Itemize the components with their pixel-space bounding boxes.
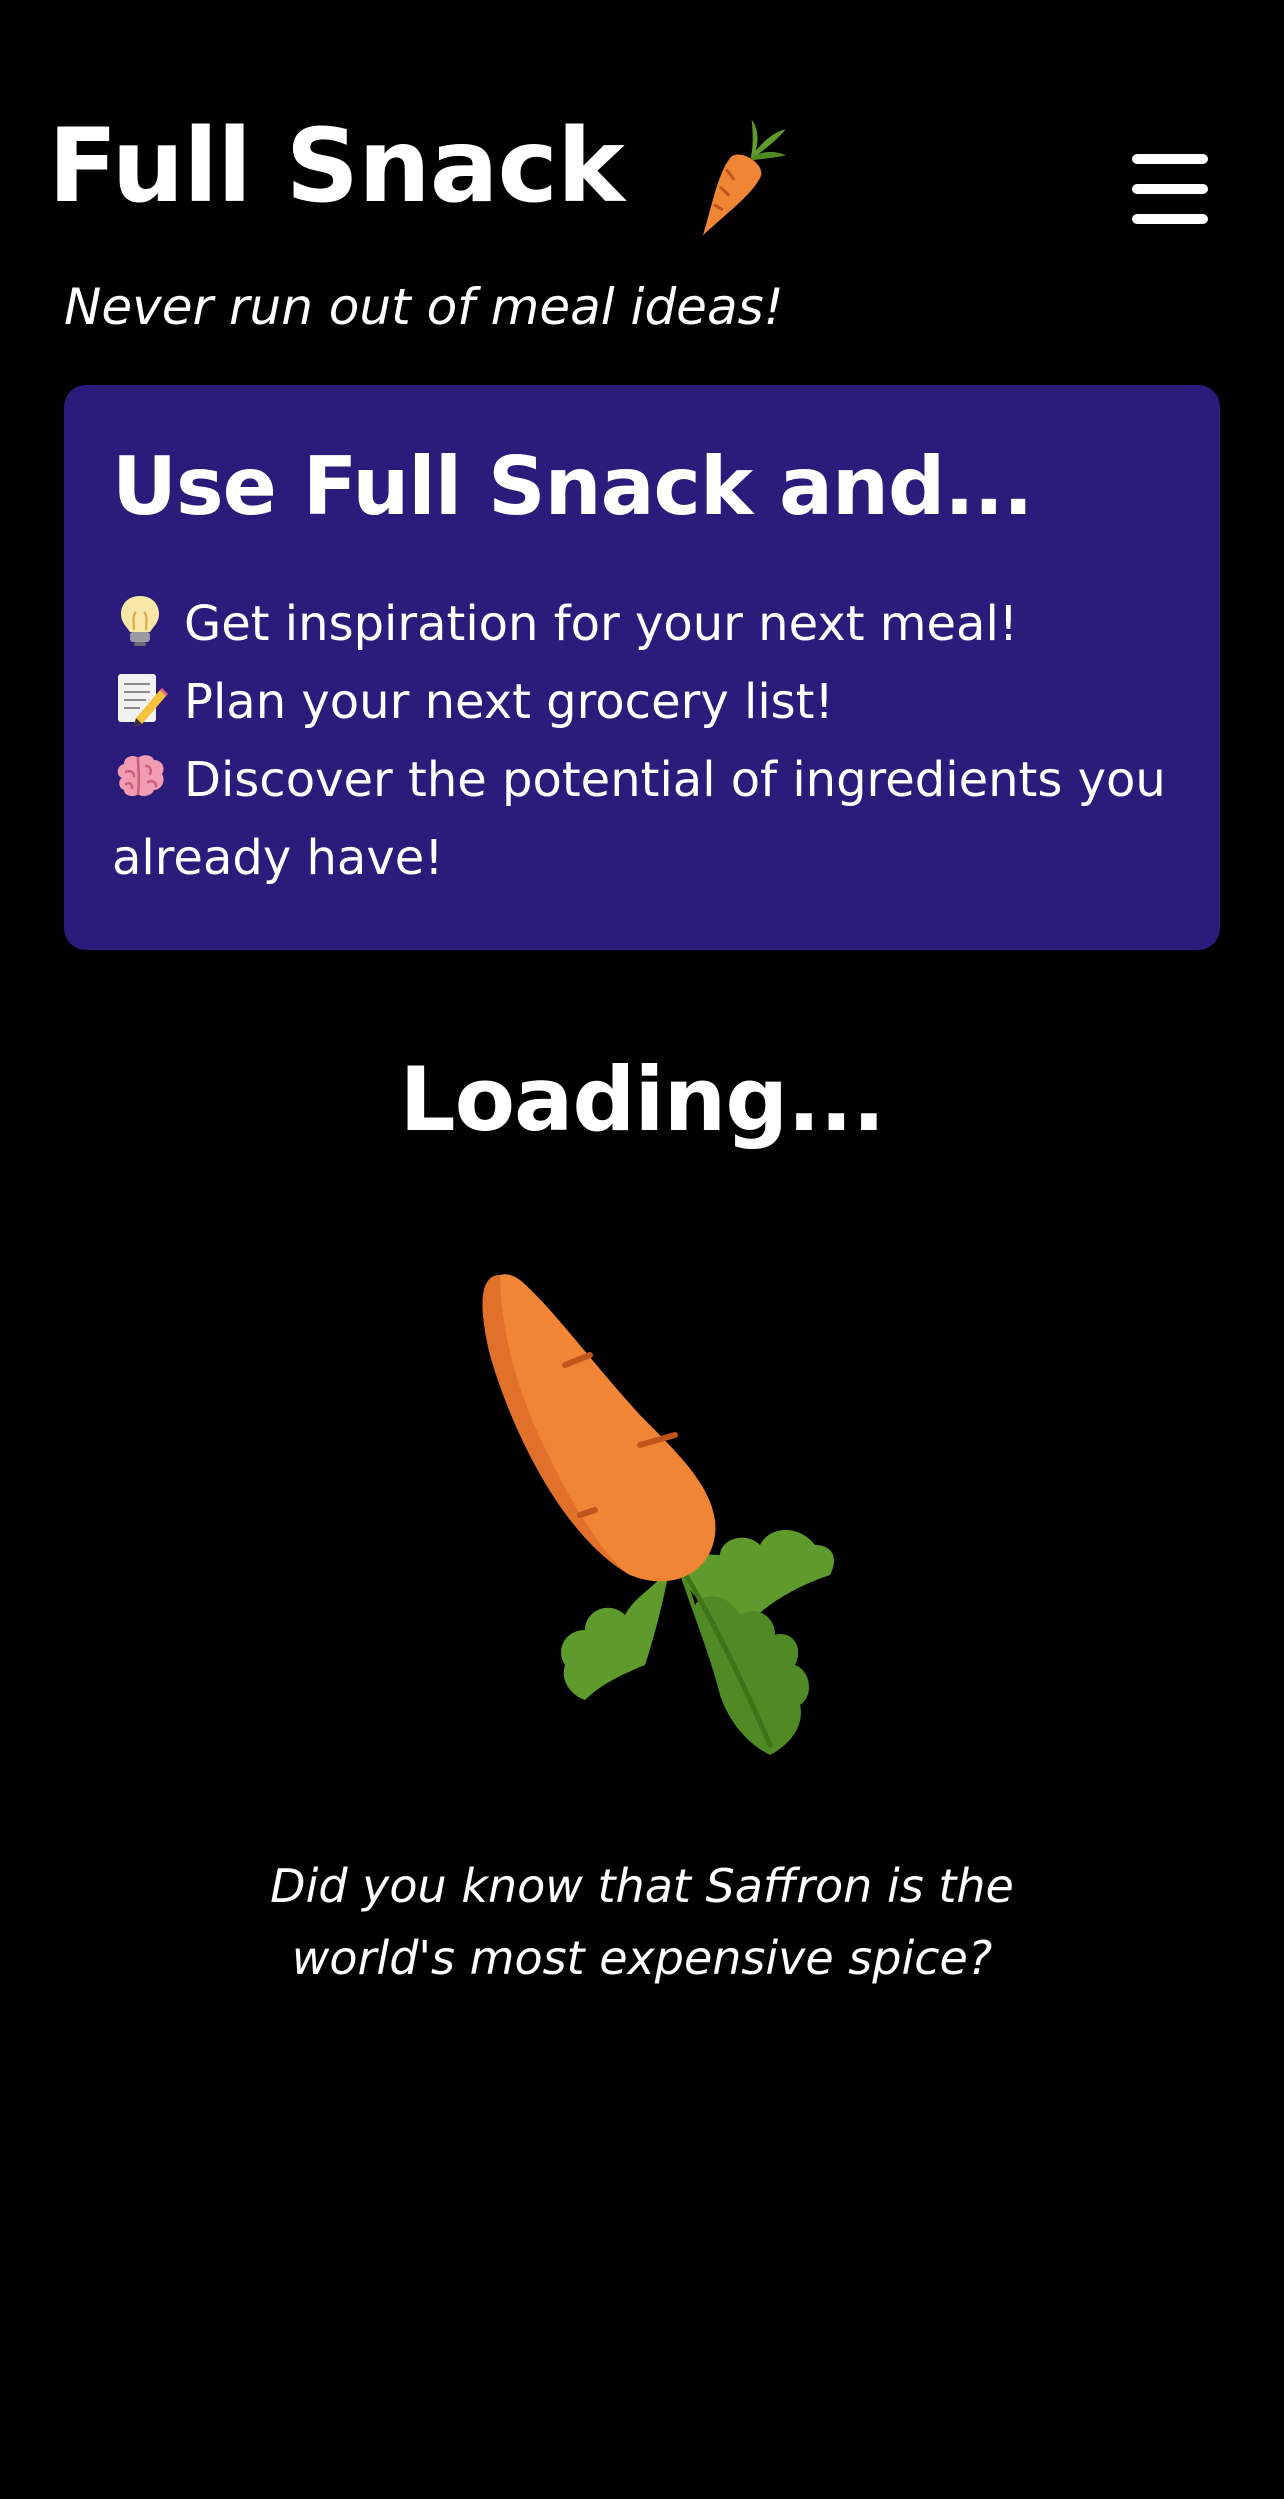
promo-item-text: Get inspiration for your next meal! [184,596,1019,652]
promo-card: Use Full Snack and... Get inspiration fo… [64,385,1220,950]
promo-item-text: Discover the potential of ingredients yo… [112,752,1166,886]
promo-title: Use Full Snack and... [112,440,1033,533]
promo-item: Get inspiration for your next meal! [112,585,1192,663]
header: Full Snack Never run out of meal ideas! [0,0,1284,336]
carrot-icon [702,119,787,236]
brain-icon [117,755,164,797]
menu-bar [1132,154,1208,164]
app-title: Full Snack [48,107,625,226]
fun-fact: Did you know that Saffron is the world's… [270,1859,1014,1985]
memo-pencil-icon [118,674,168,726]
carrot-icon [482,1274,835,1755]
lightbulb-icon [121,596,159,646]
menu-button[interactable] [1128,150,1212,228]
menu-bar [1132,214,1208,224]
promo-item: Plan your next grocery list! [112,663,1192,741]
promo-item-text: Plan your next grocery list! [184,674,834,730]
promo-item: Discover the potential of ingredients yo… [112,741,1192,897]
loading-title: Loading... [399,1048,886,1151]
promo-list: Get inspiration for your next meal! Plan… [112,585,1192,897]
tagline: Never run out of meal ideas! [64,278,784,336]
menu-bar [1132,184,1208,194]
